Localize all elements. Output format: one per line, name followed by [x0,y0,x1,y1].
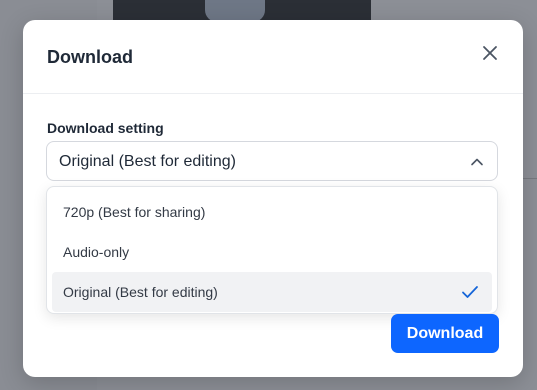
option-original[interactable]: Original (Best for editing) [52,272,492,312]
select-value: Original (Best for editing) [59,153,236,170]
download-button[interactable]: Download [391,314,499,353]
download-setting-dropdown: 720p (Best for sharing) Audio-only Origi… [46,186,498,314]
download-modal: Download Download setting Original (Best… [23,20,523,377]
close-icon [483,46,497,60]
modal-header: Download [23,20,523,94]
download-setting-label: Download setting [47,120,164,136]
close-button[interactable] [479,42,501,64]
option-label: Audio-only [63,244,130,260]
background-divider [522,178,537,179]
download-setting-select[interactable]: Original (Best for editing) [46,141,498,181]
chevron-up-icon [471,158,483,166]
checkmark-icon [462,286,478,298]
background-video-thumbnail [113,0,371,22]
option-720p[interactable]: 720p (Best for sharing) [52,192,492,232]
option-label: 720p (Best for sharing) [63,204,206,220]
option-audio-only[interactable]: Audio-only [52,232,492,272]
modal-title: Download [47,47,133,67]
option-label: Original (Best for editing) [63,284,218,300]
